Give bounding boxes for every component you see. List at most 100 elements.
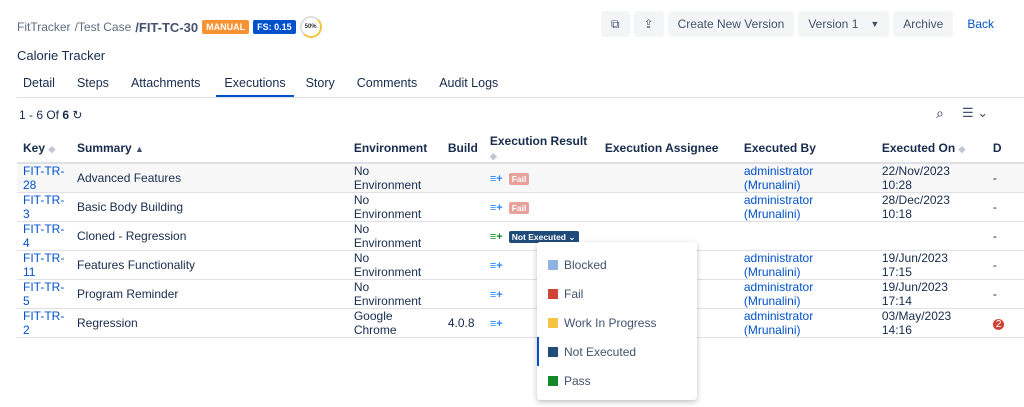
row-executed-by[interactable]: administrator (Mrunalini)	[744, 309, 813, 337]
col-assignee: Execution Assignee	[598, 134, 738, 164]
row-summary: Regression	[77, 316, 138, 330]
count-range: 1 - 6 Of	[19, 108, 60, 122]
dropdown-option-pass[interactable]: Pass	[537, 366, 697, 395]
row-executed-on: 28/Dec/2023 10:18	[881, 193, 950, 221]
row-environment: No Environment	[353, 164, 422, 192]
tab-attachments[interactable]: Attachments	[125, 76, 210, 97]
copy-icon: ⧉	[610, 16, 620, 31]
dropdown-option-blocked[interactable]: Blocked	[537, 250, 697, 279]
tab-story[interactable]: Story	[300, 76, 345, 97]
row-executed-by[interactable]: administrator (Mrunalini)	[744, 280, 813, 308]
add-execution-icon[interactable]: ≡+	[490, 289, 503, 301]
tab-detail[interactable]: Detail	[17, 76, 65, 97]
dropdown-option-work-in-progress[interactable]: Work In Progress	[537, 308, 697, 337]
row-key[interactable]: FIT-TR-4	[23, 222, 64, 250]
add-execution-icon[interactable]: ≡+	[490, 202, 503, 214]
progress-ring: 50%	[299, 16, 322, 38]
share-icon: ⇪	[643, 17, 654, 31]
col-environment: Environment	[347, 134, 442, 164]
row-key[interactable]: FIT-TR-11	[23, 251, 64, 279]
breadcrumb-key: /FIT-TC-30	[135, 19, 199, 35]
option-label: Pass	[564, 373, 591, 388]
defect-cell: -	[992, 171, 997, 185]
result-dropdown: Blocked Fail Work In Progress Not Executed P…	[537, 242, 697, 400]
type-badge: MANUAL	[202, 20, 250, 34]
row-executed-on: 19/Jun/2023 17:15	[881, 251, 948, 279]
row-key[interactable]: FIT-TR-28	[23, 164, 64, 192]
status-color-swatch	[548, 317, 558, 328]
status-color-swatch	[548, 375, 558, 386]
add-execution-icon[interactable]: ≡+	[490, 173, 503, 185]
copy-button[interactable]: ⧉	[600, 11, 630, 37]
create-version-button[interactable]: Create New Version	[667, 11, 795, 37]
row-environment: Google Chrome	[353, 309, 397, 337]
tab-bar: Detail Steps Attachments Executions Stor…	[17, 76, 1024, 98]
table-row[interactable]: FIT-TR-4 Cloned - Regression No Environm…	[17, 221, 1024, 251]
col-summary[interactable]: Summary ▲	[71, 134, 348, 164]
row-build: 4.0.8	[447, 316, 475, 330]
row-key[interactable]: FIT-TR-5	[23, 280, 64, 308]
col-key[interactable]: Key ◆	[17, 134, 71, 164]
add-execution-icon[interactable]: ≡+	[490, 231, 503, 243]
col-build: Build	[441, 134, 484, 164]
defect-cell: -	[992, 229, 997, 243]
col-executed-on[interactable]: Executed On ◆	[875, 134, 987, 164]
row-executed-on: 19/Jun/2023 17:14	[881, 280, 948, 308]
status-fail[interactable]: Fail	[508, 202, 530, 214]
tab-comments[interactable]: Comments	[351, 76, 427, 97]
table-row[interactable]: FIT-TR-28 Advanced Features No Environme…	[17, 163, 1024, 193]
col-executed-by: Executed By	[737, 134, 876, 164]
col-result[interactable]: Execution Result ◆	[483, 134, 599, 164]
option-label: Not Executed	[564, 344, 637, 359]
fs-badge: FS: 0.15	[253, 20, 296, 34]
row-key[interactable]: FIT-TR-3	[23, 193, 64, 221]
row-summary: Cloned - Regression	[77, 229, 187, 243]
option-label: Fail	[564, 286, 584, 301]
table-row[interactable]: FIT-TR-3 Basic Body Building No Environm…	[17, 192, 1024, 222]
filter-icon[interactable]: ☰ ⌄	[962, 105, 988, 121]
search-icon[interactable]: ⌕	[936, 105, 944, 122]
row-key[interactable]: FIT-TR-2	[23, 309, 64, 337]
row-summary: Advanced Features	[77, 171, 182, 185]
add-execution-icon[interactable]: ≡+	[490, 318, 503, 330]
count-total: 6	[62, 108, 70, 122]
status-fail[interactable]: Fail	[508, 173, 530, 185]
table-row[interactable]: FIT-TR-11 Features Functionality No Envi…	[17, 250, 1024, 280]
option-label: Blocked	[564, 257, 607, 272]
tab-steps[interactable]: Steps	[71, 76, 119, 97]
back-button[interactable]: Back	[957, 11, 1004, 37]
defect-count[interactable]: 2	[992, 319, 1005, 330]
add-execution-icon[interactable]: ≡+	[490, 260, 503, 272]
share-button[interactable]: ⇪	[633, 11, 664, 37]
row-summary: Features Functionality	[77, 258, 196, 272]
row-executed-by[interactable]: administrator (Mrunalini)	[744, 251, 813, 279]
table-row[interactable]: FIT-TR-5 Program Reminder No Environment…	[17, 279, 1024, 309]
status-color-swatch	[548, 288, 558, 299]
dropdown-option-not-executed[interactable]: Not Executed	[537, 337, 697, 366]
record-count: 1 - 6 Of 6 ↻	[19, 108, 82, 122]
breadcrumb-section[interactable]: /Test Case	[75, 20, 132, 34]
row-executed-by[interactable]: administrator (Mrunalini)	[744, 193, 813, 221]
tab-audit-logs[interactable]: Audit Logs	[433, 76, 508, 97]
dropdown-option-fail[interactable]: Fail	[537, 279, 697, 308]
toolbar: ⧉ ⇪ Create New Version Version 1 ▼ Archiv…	[600, 11, 1004, 37]
row-executed-by[interactable]: administrator (Mrunalini)	[744, 164, 813, 192]
row-environment: No Environment	[353, 280, 422, 308]
defect-cell: -	[992, 258, 997, 272]
defect-cell: -	[992, 287, 997, 301]
archive-button[interactable]: Archive	[893, 11, 954, 37]
executions-table: Key ◆ Summary ▲ Environment Build Execut…	[17, 134, 1024, 338]
col-d: D	[986, 134, 1024, 164]
tab-executions[interactable]: Executions	[216, 76, 294, 97]
breadcrumb: FitTracker /Test Case /FIT-TC-30 MANUAL …	[17, 16, 322, 38]
row-environment: No Environment	[353, 222, 422, 250]
version-select[interactable]: Version 1 ▼	[798, 11, 890, 37]
breadcrumb-project[interactable]: FitTracker	[17, 20, 71, 34]
row-executed-on: 22/Nov/2023 10:28	[881, 164, 950, 192]
table-row[interactable]: FIT-TR-2 Regression Google Chrome 4.0.8 …	[17, 308, 1024, 338]
status-color-swatch	[548, 346, 558, 357]
row-environment: No Environment	[353, 251, 422, 279]
refresh-icon[interactable]: ↻	[72, 108, 82, 122]
row-environment: No Environment	[353, 193, 422, 221]
chevron-down-icon: ▼	[870, 19, 880, 29]
